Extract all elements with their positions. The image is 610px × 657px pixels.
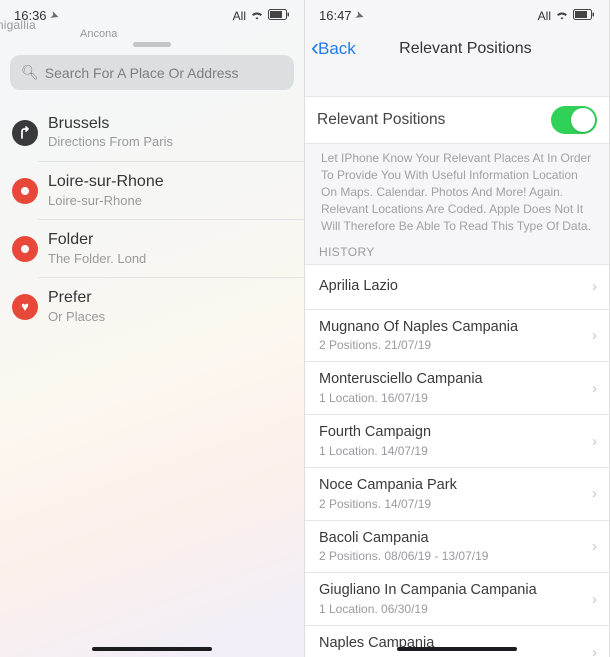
chevron-right-icon: › [592,538,597,555]
history-subtitle: 2 Positions. 14/07/19 [319,496,457,512]
heart-icon: ♥ [12,294,38,320]
history-row[interactable]: Monterusciello Campania 1 Location. 16/0… [305,362,609,415]
toggle-label: Relevant Positions [317,111,445,129]
content: Relevant Positions Let IPhone Know Your … [305,70,609,657]
pin-icon [12,236,38,262]
status-time: 16:47 [319,8,352,23]
map-bg-label: enigallia [0,18,36,32]
chevron-right-icon: › [592,278,597,295]
chevron-right-icon: › [592,644,597,657]
list-item-subtitle: Or Places [48,309,105,326]
status-network-label: All [538,9,551,23]
history-row[interactable]: Mugnano Of Naples Campania 2 Positions. … [305,310,609,363]
history-subtitle: 2 Positions. 21/07/19 [319,337,518,353]
history-list: Aprilia Lazio › Mugnano Of Naples Campan… [305,264,609,657]
history-row[interactable]: Giugliano In Campania Campania 1 Locatio… [305,573,609,626]
nav-bar: ‹ Back Relevant Positions [305,28,609,70]
search-placeholder: Search For A Place Or Address [45,65,239,81]
history-row[interactable]: Noce Campania Park 2 Positions. 14/07/19… [305,468,609,521]
location-arrow-icon: ➤ [48,8,61,23]
history-subtitle: 1 Location. 16/07/19 [319,390,483,406]
history-title: Monterusciello Campania [319,370,483,390]
home-indicator[interactable] [92,647,212,651]
toggle-switch[interactable] [551,106,597,134]
status-network-label: All [233,9,246,23]
chevron-right-icon: › [592,433,597,450]
list-item-title: Folder [48,230,146,250]
home-indicator[interactable] [397,647,517,651]
chevron-right-icon: › [592,485,597,502]
history-title: Aprilia Lazio [319,277,398,297]
chevron-right-icon: › [592,327,597,344]
chevron-right-icon: › [592,380,597,397]
list-item[interactable]: Loire-sur-Rhone Loire-sur-Rhone [0,162,304,219]
history-row[interactable]: Fourth Campaign 1 Location. 14/07/19 › [305,415,609,468]
search-input[interactable]: 🔍︎ Search For A Place Or Address [10,55,294,90]
info-text: Let IPhone Know Your Relevant Places At … [305,144,609,237]
status-bar: 16:36 ➤ All [0,0,304,28]
page-title: Relevant Positions [328,40,603,58]
history-title: Bacoli Campania [319,529,488,549]
turn-arrow-icon [12,120,38,146]
history-subtitle: 1 Location. 06/30/19 [319,601,537,617]
battery-icon [573,9,595,23]
list-item-subtitle: Directions From Paris [48,134,173,151]
battery-icon [268,9,290,23]
history-header: HISTORY [305,237,609,264]
list-item[interactable]: Brussels Directions From Paris [0,104,304,161]
history-title: Noce Campania Park [319,476,457,496]
list-item-title: Brussels [48,114,173,134]
history-row[interactable]: Naples Campania 3 Positions. 15/06/19 - … [305,626,609,657]
list-item-title: Loire-sur-Rhone [48,172,164,192]
wifi-icon [555,9,569,23]
history-subtitle: 1 Location. 14/07/19 [319,443,431,459]
relevant-positions-screen: 16:47 ➤ All ‹ Back Relevant Positions Re… [305,0,610,657]
list-item-subtitle: The Folder. Lond [48,251,146,268]
wifi-icon [250,9,264,23]
chevron-right-icon: › [592,591,597,608]
search-icon: 🔍︎ [21,64,39,81]
list-item[interactable]: Folder The Folder. Lond [0,220,304,277]
history-title: Giugliano In Campania Campania [319,581,537,601]
status-bar: 16:47 ➤ All [305,0,609,28]
pin-icon [12,178,38,204]
map-bg-label: Ancona [80,28,117,40]
history-row[interactable]: Bacoli Campania 2 Positions. 08/06/19 - … [305,521,609,574]
location-arrow-icon: ➤ [353,8,366,23]
list-item-title: Prefer [48,288,105,308]
history-title: Fourth Campaign [319,423,431,443]
list-item[interactable]: ♥ Prefer Or Places [0,278,304,335]
maps-search-screen: 16:36 ➤ All enigallia Ancona 🔍︎ Search F… [0,0,305,657]
history-row[interactable]: Aprilia Lazio › [305,265,609,310]
history-title: Mugnano Of Naples Campania [319,318,518,338]
list-item-subtitle: Loire-sur-Rhone [48,193,164,210]
history-subtitle: 2 Positions. 08/06/19 - 13/07/19 [319,548,488,564]
relevant-positions-toggle-row[interactable]: Relevant Positions [305,96,609,144]
drag-handle[interactable] [133,42,171,47]
